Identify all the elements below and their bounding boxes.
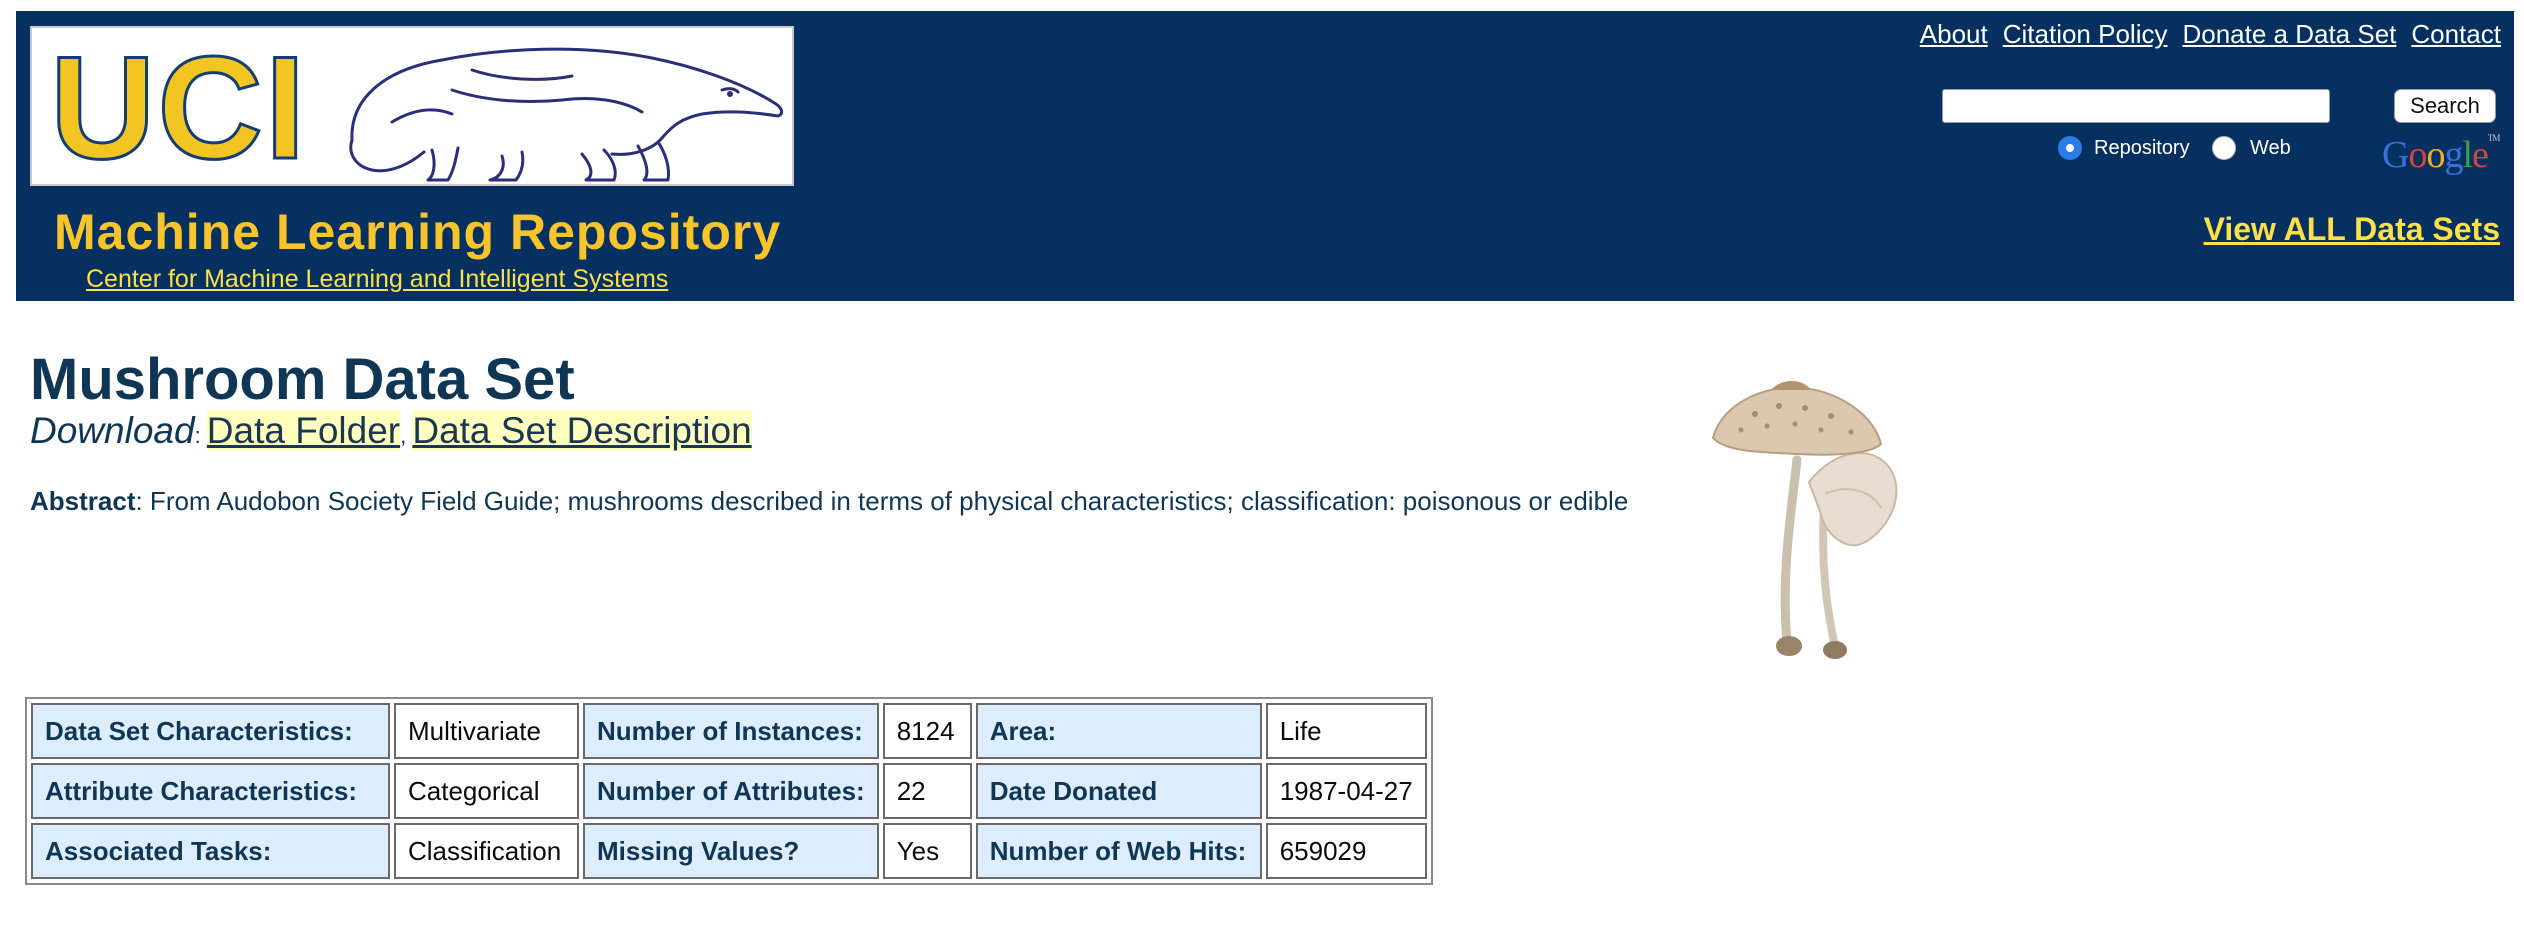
download-separator: : bbox=[194, 423, 207, 448]
label-missing-values: Missing Values? bbox=[583, 823, 879, 879]
table-row: Attribute Characteristics: Categorical N… bbox=[31, 763, 1427, 819]
download-label: Download bbox=[30, 410, 195, 451]
label-number-of-attributes: Number of Attributes: bbox=[583, 763, 879, 819]
search-button[interactable]: Search bbox=[2394, 89, 2496, 123]
repository-title: Machine Learning Repository bbox=[54, 204, 782, 260]
label-attribute-characteristics: Attribute Characteristics: bbox=[31, 763, 390, 819]
radio-repository[interactable] bbox=[2058, 136, 2082, 160]
value-associated-tasks: Classification bbox=[394, 823, 579, 879]
mushroom-image bbox=[1675, 374, 1967, 672]
label-date-donated: Date Donated bbox=[975, 763, 1262, 819]
value-number-of-instances: 8124 bbox=[882, 703, 972, 759]
data-folder-link[interactable]: Data Folder bbox=[206, 410, 401, 451]
site-header: UCI Machine Learning Repository Center f… bbox=[16, 11, 2514, 301]
nav-link-about[interactable]: About bbox=[1920, 19, 1988, 50]
uci-logo-text: UCI bbox=[48, 26, 308, 186]
radio-web[interactable] bbox=[2212, 136, 2236, 160]
table-row: Data Set Characteristics: Multivariate N… bbox=[31, 703, 1427, 759]
anteater-icon bbox=[349, 47, 784, 182]
view-all-datasets-link[interactable]: View ALL Data Sets bbox=[2204, 211, 2500, 248]
page-title: Mushroom Data Set bbox=[30, 347, 575, 412]
abstract-label: Abstract bbox=[30, 486, 136, 516]
label-number-of-web-hits: Number of Web Hits: bbox=[975, 823, 1262, 879]
radio-web-label: Web bbox=[2250, 137, 2291, 159]
value-number-of-web-hits: 659029 bbox=[1265, 823, 1427, 879]
center-link[interactable]: Center for Machine Learning and Intellig… bbox=[86, 265, 668, 294]
dataset-description-link[interactable]: Data Set Description bbox=[412, 410, 752, 451]
dataset-details-table: Data Set Characteristics: Multivariate N… bbox=[25, 697, 1433, 885]
google-logo: GoogleTM bbox=[2382, 133, 2500, 176]
value-attribute-characteristics: Categorical bbox=[394, 763, 579, 819]
abstract-text: : From Audobon Society Field Guide; mush… bbox=[135, 486, 1629, 516]
search-input[interactable] bbox=[1942, 89, 2330, 123]
radio-repository-label: Repository bbox=[2094, 137, 2190, 159]
mushroom-photo-icon bbox=[1711, 381, 1898, 659]
nav-link-contact[interactable]: Contact bbox=[2411, 19, 2501, 50]
value-missing-values: Yes bbox=[882, 823, 972, 879]
value-date-donated: 1987-04-27 bbox=[1265, 763, 1427, 819]
value-number-of-attributes: 22 bbox=[882, 763, 972, 819]
link-separator: , bbox=[400, 423, 413, 448]
google-trademark: TM bbox=[2487, 133, 2500, 143]
value-area: Life bbox=[1265, 703, 1427, 759]
value-dataset-characteristics: Multivariate bbox=[394, 703, 579, 759]
label-area: Area: bbox=[975, 703, 1262, 759]
label-associated-tasks: Associated Tasks: bbox=[31, 823, 390, 879]
nav-link-donate[interactable]: Donate a Data Set bbox=[2182, 19, 2396, 50]
label-dataset-characteristics: Data Set Characteristics: bbox=[31, 703, 390, 759]
download-links: Download: Data Folder, Data Set Descript… bbox=[30, 410, 752, 452]
top-nav: About Citation Policy Donate a Data Set … bbox=[1920, 19, 2501, 50]
label-number-of-instances: Number of Instances: bbox=[583, 703, 879, 759]
uci-logo[interactable]: UCI bbox=[30, 26, 794, 186]
table-row: Associated Tasks: Classification Missing… bbox=[31, 823, 1427, 879]
nav-link-citation-policy[interactable]: Citation Policy bbox=[2003, 19, 2168, 50]
abstract: Abstract: From Audobon Society Field Gui… bbox=[30, 486, 1628, 517]
